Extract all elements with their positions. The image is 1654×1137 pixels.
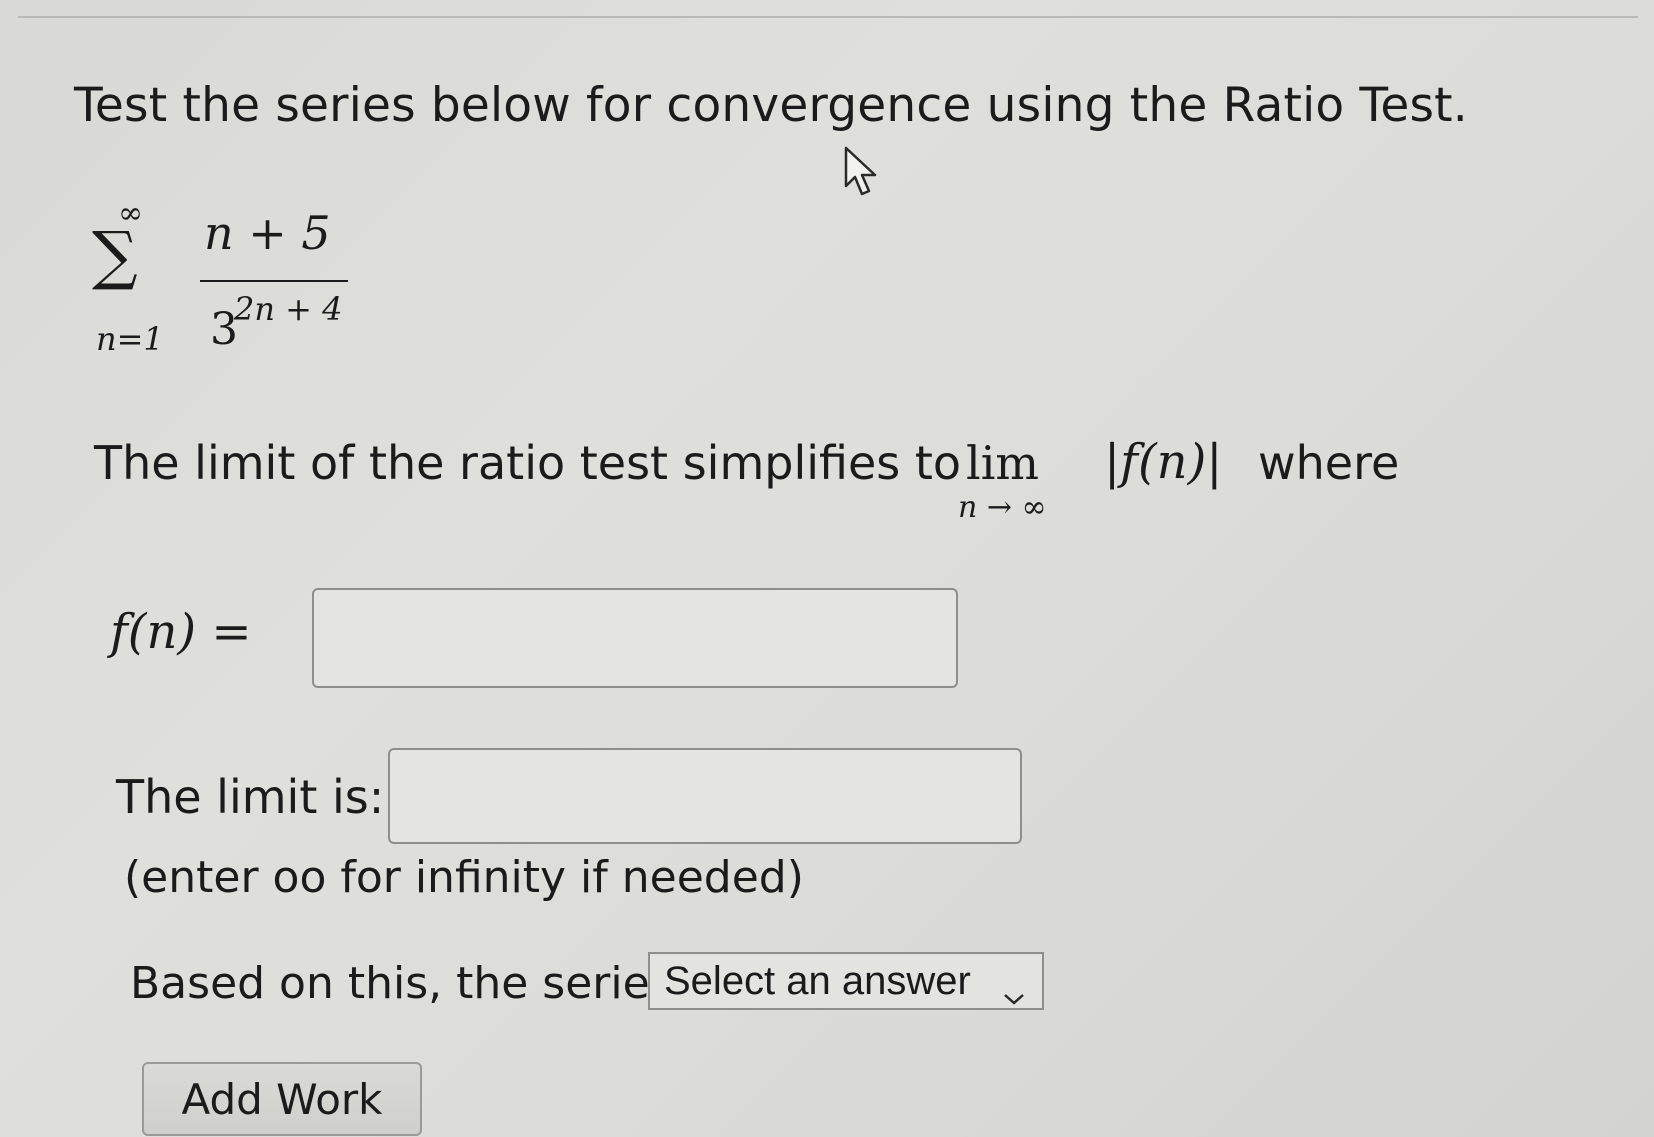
absolute-f-of-n: |f(n)| [1104, 434, 1223, 490]
fraction-bar [200, 280, 348, 282]
ratio-statement: The limit of the ratio test simplifies t… [94, 436, 962, 490]
chevron-down-icon [1002, 972, 1026, 1017]
convergence-select-value: Select an answer [664, 958, 971, 1003]
series-denominator-exponent: 2n + 4 [234, 290, 343, 328]
where-word: where [1258, 436, 1400, 490]
lim-operator: lim [966, 436, 1040, 490]
summation-symbol: ∑ [92, 219, 138, 293]
top-divider [18, 16, 1638, 18]
series-numerator: n + 5 [204, 206, 331, 260]
fn-label: f(n) = [110, 604, 252, 660]
mouse-pointer-icon [843, 146, 883, 204]
series-expression: ∞ ∑ n=1 n + 5 3 2n + 4 [92, 196, 362, 376]
lim-subscript: n → ∞ [958, 490, 1047, 525]
question-prompt: Test the series below for convergence us… [74, 78, 1468, 133]
limit-label: The limit is: [116, 770, 385, 824]
add-work-button[interactable]: Add Work [142, 1062, 422, 1136]
limit-hint: (enter oo for infinity if needed) [124, 852, 804, 903]
series-lower-limit: n=1 [96, 320, 164, 358]
conclusion-label: Based on this, the series [130, 958, 673, 1009]
fn-answer-input[interactable] [312, 588, 958, 688]
limit-answer-input[interactable] [388, 748, 1022, 844]
convergence-select[interactable]: Select an answer [648, 952, 1044, 1010]
